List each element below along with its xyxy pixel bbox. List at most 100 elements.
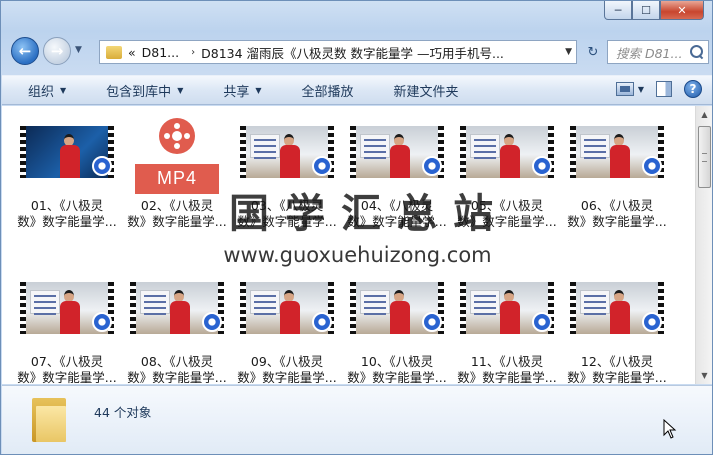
recent-pages-dropdown[interactable]: ▼: [75, 45, 82, 55]
file-item[interactable]: 10、《八极灵 数》数字能量学...: [345, 274, 449, 384]
play-all-label: 全部播放: [301, 84, 354, 100]
file-name-line: 数》数字能量学...: [347, 370, 447, 384]
file-item[interactable]: 09、《八极灵 数》数字能量学...: [235, 274, 339, 384]
breadcrumb-separator-icon[interactable]: ›: [191, 47, 195, 58]
share-menu[interactable]: 共享 ▼: [197, 75, 275, 105]
media-player-icon: [642, 312, 662, 332]
change-view-icon[interactable]: [615, 82, 634, 96]
media-player-icon: [532, 156, 552, 176]
scroll-down-icon[interactable]: ▼: [696, 367, 713, 384]
file-name-line: 08、《八极灵: [140, 354, 214, 369]
scroll-up-icon[interactable]: ▲: [696, 106, 713, 123]
play-all-button[interactable]: 全部播放: [276, 75, 368, 105]
include-in-library-menu[interactable]: 包含到库中 ▼: [80, 75, 197, 105]
forward-button[interactable]: →: [43, 37, 71, 65]
share-label: 共享: [223, 84, 250, 100]
file-name: 03、《八极灵 数》数字能量学...: [235, 198, 339, 230]
breadcrumb-parent[interactable]: D81...: [142, 45, 179, 60]
file-name: 08、《八极灵 数》数字能量学...: [125, 354, 229, 384]
details-pane: 44 个对象: [2, 385, 712, 454]
file-name: 01、《八极灵 数》数字能量学...: [15, 198, 119, 230]
video-thumbnail: [240, 126, 334, 178]
file-name-line: 数》数字能量学...: [457, 214, 557, 229]
folder-icon: [32, 398, 66, 442]
command-bar: 组织 ▼ 包含到库中 ▼ 共享 ▼ 全部播放 新建文件夹 ▼ ?: [2, 75, 712, 105]
chevron-down-icon: ▼: [60, 85, 67, 95]
file-item[interactable]: 03、《八极灵 数》数字能量学...: [235, 118, 339, 230]
file-name-line: 10、《八极灵: [360, 354, 434, 369]
address-bar[interactable]: « D81... › D8134 溜雨辰《八极灵数 数字能量学 —巧用手机号..…: [99, 40, 577, 64]
file-name: 05、《八极灵 数》数字能量学...: [455, 198, 559, 230]
file-name: 07、《八极灵 数》数字能量学...: [15, 354, 119, 384]
video-thumbnail: [460, 282, 554, 334]
file-name: 02、《八极灵 数》数字能量学...: [125, 198, 229, 230]
preview-pane-icon[interactable]: [656, 81, 672, 97]
file-item[interactable]: 05、《八极灵 数》数字能量学...: [455, 118, 559, 230]
help-icon[interactable]: ?: [684, 80, 702, 98]
media-player-icon: [92, 312, 112, 332]
video-thumbnail: [350, 282, 444, 334]
minimize-button[interactable]: ─: [604, 1, 632, 20]
refresh-button[interactable]: ↻: [581, 40, 605, 64]
file-name-line: 06、《八极灵: [580, 198, 654, 213]
chevron-down-icon: ▼: [255, 85, 262, 95]
file-item[interactable]: 06、《八极灵 数》数字能量学...: [565, 118, 669, 230]
media-player-icon: [642, 156, 662, 176]
video-thumbnail: [20, 282, 114, 334]
organize-menu[interactable]: 组织 ▼: [2, 75, 80, 105]
file-item[interactable]: 01、《八极灵 数》数字能量学...: [15, 118, 119, 230]
file-name-line: 数》数字能量学...: [567, 214, 667, 229]
close-button[interactable]: ✕: [660, 1, 704, 20]
video-thumbnail: [240, 282, 334, 334]
new-folder-label: 新建文件夹: [393, 84, 459, 100]
film-reel-icon: [159, 118, 195, 154]
address-dropdown-icon[interactable]: ▼: [565, 47, 572, 57]
media-player-icon: [532, 312, 552, 332]
new-folder-button[interactable]: 新建文件夹: [368, 75, 473, 105]
file-name-line: 07、《八极灵: [30, 354, 104, 369]
search-box[interactable]: 搜索 D81...: [607, 40, 709, 64]
file-name-line: 03、《八极灵: [250, 198, 324, 213]
file-name: 11、《八极灵 数》数字能量学...: [455, 354, 559, 384]
vertical-scrollbar[interactable]: ▲ ▼: [695, 106, 712, 384]
file-item[interactable]: 07、《八极灵 数》数字能量学...: [15, 274, 119, 384]
breadcrumb-overflow[interactable]: «: [128, 45, 136, 60]
file-name-line: 数》数字能量学...: [237, 370, 337, 384]
back-button[interactable]: ←: [11, 37, 39, 65]
file-item[interactable]: MP4 02、《八极灵 数》数字能量学...: [125, 118, 229, 230]
back-arrow-icon: ←: [18, 42, 32, 60]
video-thumbnail: [460, 126, 554, 178]
file-name-line: 01、《八极灵: [30, 198, 104, 213]
mouse-cursor-icon: [663, 419, 677, 439]
maximize-button[interactable]: ☐: [632, 1, 660, 20]
scrollbar-thumb[interactable]: [698, 126, 711, 188]
file-name-line: 数》数字能量学...: [457, 370, 557, 384]
media-player-icon: [312, 312, 332, 332]
view-controls: ▼ ?: [615, 80, 702, 98]
organize-label: 组织: [28, 84, 55, 100]
file-name: 06、《八极灵 数》数字能量学...: [565, 198, 669, 230]
media-player-icon: [422, 156, 442, 176]
navigation-bar: ← → ▼ « D81... › D8134 溜雨辰《八极灵数 数字能量学 —巧…: [9, 35, 709, 67]
file-name-line: 数》数字能量学...: [127, 370, 227, 384]
breadcrumb-current[interactable]: D8134 溜雨辰《八极灵数 数字能量学 —巧用手机号...: [201, 43, 504, 62]
file-item[interactable]: 11、《八极灵 数》数字能量学...: [455, 274, 559, 384]
file-name-line: 05、《八极灵: [470, 198, 544, 213]
file-item[interactable]: 04、《八极灵 数》数字能量学...: [345, 118, 449, 230]
video-thumbnail: [570, 126, 664, 178]
file-name-line: 12、《八极灵: [580, 354, 654, 369]
file-list[interactable]: 01、《八极灵 数》数字能量学... MP4 02、《八极灵 数》数字能量学... 03、…: [2, 106, 695, 384]
search-icon[interactable]: [690, 45, 704, 59]
search-input[interactable]: 搜索 D81...: [616, 43, 690, 62]
file-item[interactable]: 08、《八极灵 数》数字能量学...: [125, 274, 229, 384]
refresh-icon: ↻: [587, 44, 599, 60]
include-in-library-label: 包含到库中: [106, 84, 172, 100]
file-name: 12、《八极灵 数》数字能量学...: [565, 354, 669, 384]
file-item[interactable]: 12、《八极灵 数》数字能量学...: [565, 274, 669, 384]
media-player-icon: [92, 156, 112, 176]
file-name: 04、《八极灵 数》数字能量学...: [345, 198, 449, 230]
video-thumbnail: [130, 282, 224, 334]
item-count: 44 个对象: [94, 405, 152, 420]
file-name: 09、《八极灵 数》数字能量学...: [235, 354, 339, 384]
view-options-chevron-icon[interactable]: ▼: [638, 85, 644, 94]
